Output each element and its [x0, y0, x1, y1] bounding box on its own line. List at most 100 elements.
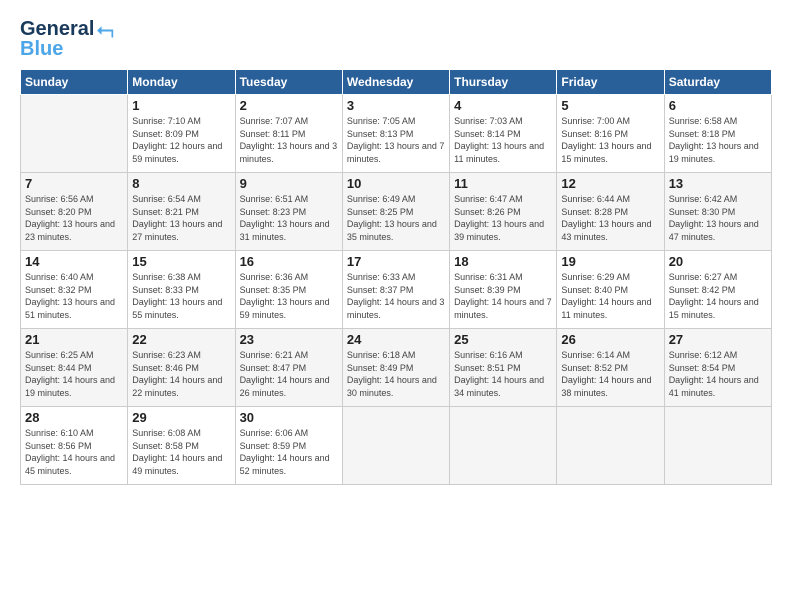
day-number: 8 [132, 176, 230, 191]
weekday-header: Wednesday [342, 70, 449, 95]
day-number: 20 [669, 254, 767, 269]
calendar-cell [450, 407, 557, 485]
calendar-cell: 10 Sunrise: 6:49 AMSunset: 8:25 PMDayligh… [342, 173, 449, 251]
day-number: 10 [347, 176, 445, 191]
calendar-cell: 15Sunrise: 6:38 AMSunset: 8:33 PMDayligh… [128, 251, 235, 329]
calendar-cell: 8 Sunrise: 6:54 AMSunset: 8:21 PMDaylight… [128, 173, 235, 251]
weekday-header: Saturday [664, 70, 771, 95]
calendar-cell: 9 Sunrise: 6:51 AMSunset: 8:23 PMDaylight… [235, 173, 342, 251]
day-info: Sunrise: 6:16 AMSunset: 8:51 PMDaylight:… [454, 349, 552, 399]
day-info: Sunrise: 6:29 AMSunset: 8:40 PMDaylight:… [561, 271, 659, 321]
day-info: Sunrise: 7:05 AMSunset: 8:13 PMDaylight:… [347, 115, 445, 165]
calendar-cell: 1 Sunrise: 7:10 AMSunset: 8:09 PMDaylight… [128, 95, 235, 173]
logo: General ⮢ Blue [20, 16, 114, 61]
day-number: 28 [25, 410, 123, 425]
calendar-cell: 2 Sunrise: 7:07 AMSunset: 8:11 PMDaylight… [235, 95, 342, 173]
day-number: 18 [454, 254, 552, 269]
calendar-cell [664, 407, 771, 485]
day-info: Sunrise: 6:54 AMSunset: 8:21 PMDaylight:… [132, 193, 230, 243]
weekday-header: Tuesday [235, 70, 342, 95]
calendar: SundayMondayTuesdayWednesdayThursdayFrid… [20, 69, 772, 485]
calendar-cell: 20 Sunrise: 6:27 AMSunset: 8:42 PMDayligh… [664, 251, 771, 329]
calendar-cell: 17Sunrise: 6:33 AMSunset: 8:37 PMDayligh… [342, 251, 449, 329]
calendar-cell: 7 Sunrise: 6:56 AMSunset: 8:20 PMDaylight… [21, 173, 128, 251]
day-info: Sunrise: 6:58 AMSunset: 8:18 PMDaylight:… [669, 115, 767, 165]
calendar-cell: 29 Sunrise: 6:08 AMSunset: 8:58 PMDayligh… [128, 407, 235, 485]
day-number: 30 [240, 410, 338, 425]
day-number: 22 [132, 332, 230, 347]
weekday-header: Sunday [21, 70, 128, 95]
day-info: Sunrise: 6:10 AMSunset: 8:56 PMDaylight:… [25, 427, 123, 477]
calendar-cell: 16Sunrise: 6:36 AMSunset: 8:35 PMDayligh… [235, 251, 342, 329]
day-info: Sunrise: 6:25 AMSunset: 8:44 PMDaylight:… [25, 349, 123, 399]
logo-bird-icon: ⮢ [96, 16, 114, 42]
calendar-cell: 22 Sunrise: 6:23 AMSunset: 8:46 PMDayligh… [128, 329, 235, 407]
calendar-cell: 6 Sunrise: 6:58 AMSunset: 8:18 PMDaylight… [664, 95, 771, 173]
calendar-cell: 23Sunrise: 6:21 AMSunset: 8:47 PMDayligh… [235, 329, 342, 407]
day-number: 12 [561, 176, 659, 191]
day-info: Sunrise: 6:47 AMSunset: 8:26 PMDaylight:… [454, 193, 552, 243]
calendar-cell: 30Sunrise: 6:06 AMSunset: 8:59 PMDayligh… [235, 407, 342, 485]
day-info: Sunrise: 6:44 AMSunset: 8:28 PMDaylight:… [561, 193, 659, 243]
day-info: Sunrise: 6:23 AMSunset: 8:46 PMDaylight:… [132, 349, 230, 399]
calendar-cell: 26Sunrise: 6:14 AMSunset: 8:52 PMDayligh… [557, 329, 664, 407]
day-number: 11 [454, 176, 552, 191]
weekday-header: Thursday [450, 70, 557, 95]
calendar-cell: 11 Sunrise: 6:47 AMSunset: 8:26 PMDayligh… [450, 173, 557, 251]
day-number: 9 [240, 176, 338, 191]
day-info: Sunrise: 6:31 AMSunset: 8:39 PMDaylight:… [454, 271, 552, 321]
day-number: 29 [132, 410, 230, 425]
week-row: 14 Sunrise: 6:40 AMSunset: 8:32 PMDayligh… [21, 251, 772, 329]
day-number: 6 [669, 98, 767, 113]
day-number: 27 [669, 332, 767, 347]
day-info: Sunrise: 7:10 AMSunset: 8:09 PMDaylight:… [132, 115, 230, 165]
calendar-cell: 21Sunrise: 6:25 AMSunset: 8:44 PMDayligh… [21, 329, 128, 407]
calendar-cell: 12 Sunrise: 6:44 AMSunset: 8:28 PMDayligh… [557, 173, 664, 251]
weekday-header-row: SundayMondayTuesdayWednesdayThursdayFrid… [21, 70, 772, 95]
calendar-cell [342, 407, 449, 485]
calendar-cell [557, 407, 664, 485]
calendar-cell: 5Sunrise: 7:00 AMSunset: 8:16 PMDaylight… [557, 95, 664, 173]
day-info: Sunrise: 6:56 AMSunset: 8:20 PMDaylight:… [25, 193, 123, 243]
day-number: 26 [561, 332, 659, 347]
weekday-header: Friday [557, 70, 664, 95]
day-number: 19 [561, 254, 659, 269]
calendar-cell: 19 Sunrise: 6:29 AMSunset: 8:40 PMDayligh… [557, 251, 664, 329]
day-info: Sunrise: 6:18 AMSunset: 8:49 PMDaylight:… [347, 349, 445, 399]
day-info: Sunrise: 7:03 AMSunset: 8:14 PMDaylight:… [454, 115, 552, 165]
day-number: 7 [25, 176, 123, 191]
calendar-cell: 18 Sunrise: 6:31 AMSunset: 8:39 PMDayligh… [450, 251, 557, 329]
day-info: Sunrise: 6:33 AMSunset: 8:37 PMDaylight:… [347, 271, 445, 321]
calendar-cell: 13 Sunrise: 6:42 AMSunset: 8:30 PMDayligh… [664, 173, 771, 251]
day-info: Sunrise: 6:42 AMSunset: 8:30 PMDaylight:… [669, 193, 767, 243]
calendar-cell: 28 Sunrise: 6:10 AMSunset: 8:56 PMDayligh… [21, 407, 128, 485]
day-number: 23 [240, 332, 338, 347]
week-row: 1 Sunrise: 7:10 AMSunset: 8:09 PMDaylight… [21, 95, 772, 173]
day-number: 2 [240, 98, 338, 113]
day-info: Sunrise: 6:49 AMSunset: 8:25 PMDaylight:… [347, 193, 445, 243]
day-info: Sunrise: 6:36 AMSunset: 8:35 PMDaylight:… [240, 271, 338, 321]
calendar-cell: 3Sunrise: 7:05 AMSunset: 8:13 PMDaylight… [342, 95, 449, 173]
day-info: Sunrise: 6:08 AMSunset: 8:58 PMDaylight:… [132, 427, 230, 477]
header: General ⮢ Blue [20, 16, 772, 61]
calendar-cell: 24Sunrise: 6:18 AMSunset: 8:49 PMDayligh… [342, 329, 449, 407]
day-info: Sunrise: 6:51 AMSunset: 8:23 PMDaylight:… [240, 193, 338, 243]
week-row: 21Sunrise: 6:25 AMSunset: 8:44 PMDayligh… [21, 329, 772, 407]
day-info: Sunrise: 7:07 AMSunset: 8:11 PMDaylight:… [240, 115, 338, 165]
calendar-cell: 4 Sunrise: 7:03 AMSunset: 8:14 PMDaylight… [450, 95, 557, 173]
week-row: 7 Sunrise: 6:56 AMSunset: 8:20 PMDaylight… [21, 173, 772, 251]
day-number: 4 [454, 98, 552, 113]
day-number: 14 [25, 254, 123, 269]
day-info: Sunrise: 6:40 AMSunset: 8:32 PMDaylight:… [25, 271, 123, 321]
day-info: Sunrise: 6:12 AMSunset: 8:54 PMDaylight:… [669, 349, 767, 399]
calendar-cell: 25 Sunrise: 6:16 AMSunset: 8:51 PMDayligh… [450, 329, 557, 407]
calendar-cell: 27 Sunrise: 6:12 AMSunset: 8:54 PMDayligh… [664, 329, 771, 407]
day-number: 1 [132, 98, 230, 113]
page: General ⮢ Blue SundayMondayTuesdayWednes… [0, 0, 792, 612]
day-number: 13 [669, 176, 767, 191]
day-info: Sunrise: 6:27 AMSunset: 8:42 PMDaylight:… [669, 271, 767, 321]
day-number: 5 [561, 98, 659, 113]
day-number: 25 [454, 332, 552, 347]
week-row: 28 Sunrise: 6:10 AMSunset: 8:56 PMDayligh… [21, 407, 772, 485]
weekday-header: Monday [128, 70, 235, 95]
